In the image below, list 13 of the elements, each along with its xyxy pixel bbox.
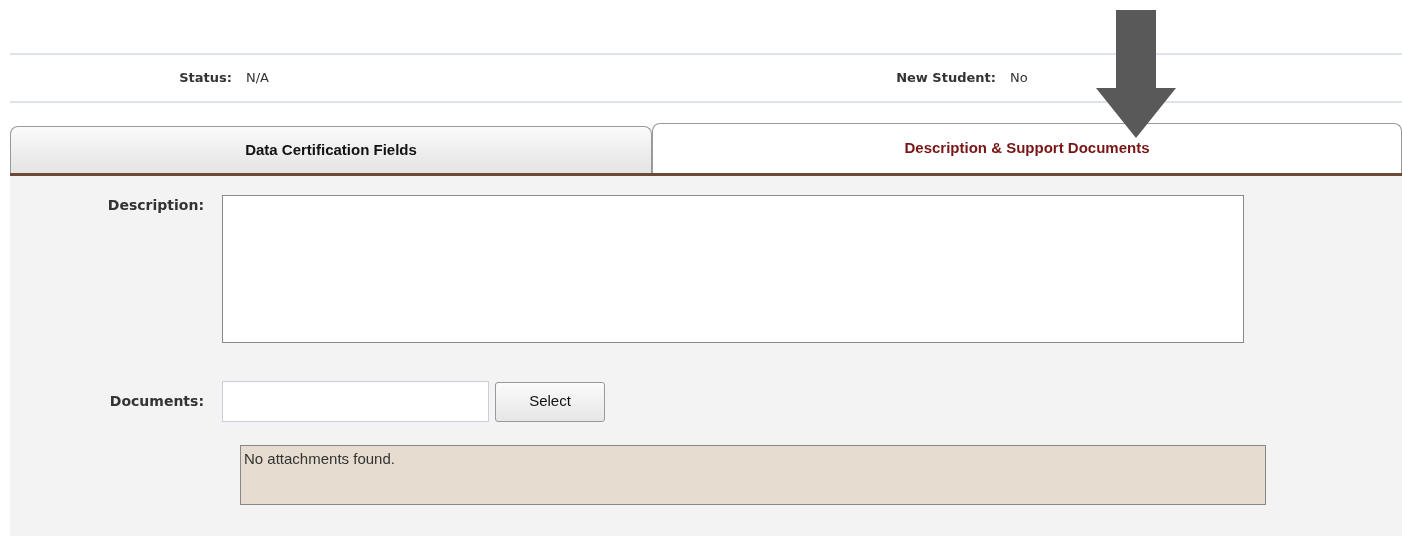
documents-field[interactable] xyxy=(222,381,489,422)
field-label: Description: xyxy=(106,196,205,215)
select-button[interactable]: Select xyxy=(495,381,605,422)
description-field[interactable] xyxy=(222,195,1244,343)
arrow-icon xyxy=(1096,10,1176,138)
tab[interactable]: Description & Support Documents xyxy=(652,123,1402,173)
field-value: N/A xyxy=(246,69,269,88)
field-label: Status: xyxy=(178,69,233,88)
tab[interactable]: Data Certification Fields xyxy=(10,126,652,173)
field-value: No xyxy=(1010,69,1028,88)
field-label: Documents: xyxy=(108,392,205,411)
attachments-message: No attachments found. xyxy=(240,445,1266,505)
field-label: New Student: xyxy=(895,69,997,88)
